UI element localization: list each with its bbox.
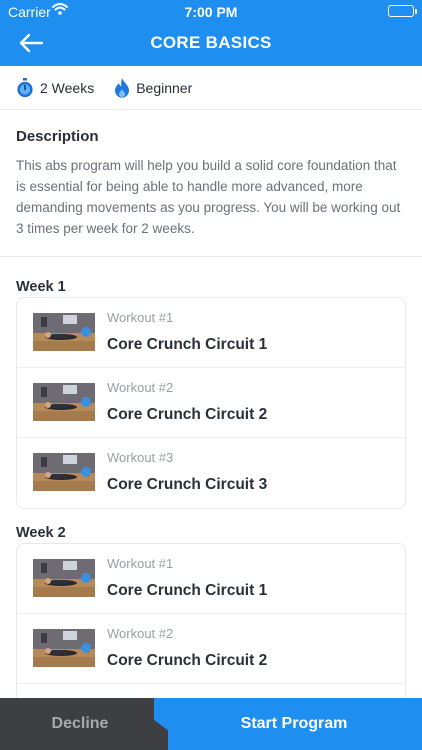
top-app-bar: Carrier 7:00 PM CORE BASICS: [0, 0, 422, 66]
clock: 7:00 PM: [184, 4, 238, 20]
workout-name: Core Crunch Circuit 1: [107, 582, 268, 599]
workout-row[interactable]: Workout #2 Core Crunch Circuit 2: [17, 614, 405, 684]
workout-thumbnail: [33, 383, 95, 421]
start-program-button[interactable]: Start Program: [154, 698, 422, 750]
workout-row[interactable]: Workout #3 Core Crunch Circuit 3: [17, 438, 405, 508]
workout-thumbnail: [33, 453, 95, 491]
decline-button[interactable]: Decline: [0, 698, 168, 750]
description-heading: Description: [16, 128, 99, 145]
workout-row[interactable]: Workout #2 Core Crunch Circuit 2: [17, 368, 405, 438]
workout-number: Workout #1: [107, 556, 174, 571]
workout-thumbnail: [33, 629, 95, 667]
level-label: Beginner: [136, 79, 193, 96]
flame-icon: [115, 77, 130, 98]
workout-thumbnail: [33, 559, 95, 597]
workout-name: Core Crunch Circuit 2: [107, 652, 268, 669]
section-divider: [0, 256, 422, 257]
week-1-label: Week 1: [16, 279, 66, 295]
workout-name: Core Crunch Circuit 1: [107, 336, 268, 353]
week-2-label: Week 2: [16, 525, 66, 541]
workout-number: Workout #2: [107, 380, 174, 395]
workout-number: Workout #3: [107, 450, 174, 465]
program-meta: 2 Weeks Beginner: [0, 66, 422, 110]
workout-number: Workout #2: [107, 626, 174, 641]
workout-number: Workout #1: [107, 310, 174, 325]
description-section: Description This abs program will help y…: [16, 128, 406, 239]
workout-thumbnail: [33, 313, 95, 351]
battery-icon: [388, 5, 417, 17]
workout-row[interactable]: Workout #1 Core Crunch Circuit 1: [17, 298, 405, 368]
action-bar: Decline Start Program: [0, 698, 422, 750]
workout-row[interactable]: Workout #1 Core Crunch Circuit 1: [17, 544, 405, 614]
description-text: This abs program will help you build a s…: [16, 158, 401, 236]
workout-name: Core Crunch Circuit 3: [107, 476, 268, 493]
workout-name: Core Crunch Circuit 2: [107, 406, 268, 423]
level-chip: Beginner: [114, 77, 193, 98]
duration-chip: 2 Weeks: [16, 77, 95, 98]
status-bar: Carrier 7:00 PM: [0, 0, 422, 22]
week-1-workouts: Workout #1 Core Crunch Circuit 1 Workout…: [16, 297, 406, 509]
stopwatch-icon: [17, 77, 33, 97]
page-title: CORE BASICS: [150, 33, 272, 52]
duration-label: 2 Weeks: [40, 79, 95, 96]
